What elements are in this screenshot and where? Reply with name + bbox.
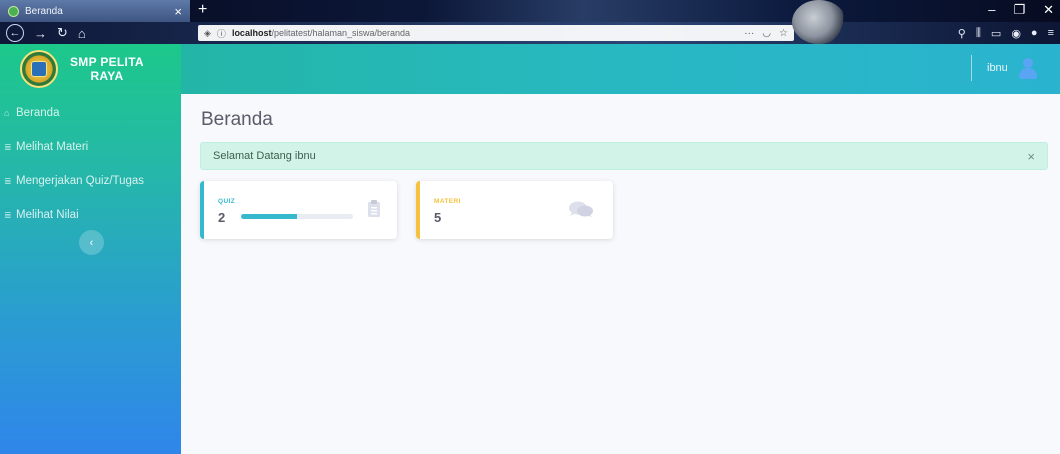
school-logo <box>20 50 58 88</box>
account-icon[interactable]: ◉ <box>1011 27 1021 40</box>
avatar-body <box>1019 68 1037 79</box>
forward-arrow-icon[interactable]: → <box>34 26 47 41</box>
sidebar-brand[interactable]: SMP PELITA RAYA <box>0 44 181 94</box>
tab-close-icon[interactable]: × <box>174 5 182 18</box>
card-label: MATERI <box>434 198 461 205</box>
sidebar-item-label: Melihat Materi <box>16 141 89 153</box>
chevron-left-icon: ‹ <box>89 236 94 249</box>
bookmark-star-icon[interactable]: ☆ <box>779 28 788 39</box>
extension-icon[interactable]: ● <box>1031 27 1038 40</box>
info-icon[interactable]: ⓘ <box>217 27 226 40</box>
alert-text: Selamat Datang ibnu <box>213 150 316 162</box>
reload-icon[interactable]: ↻ <box>57 25 68 41</box>
close-window-button[interactable]: ✕ <box>1043 1 1054 19</box>
sidebar: SMP PELITA RAYA ⌂ Beranda ≣ Melihat Mate… <box>0 44 181 454</box>
main-content: Beranda Selamat Datang ibnu × QUIZ 2 MAT… <box>181 94 1060 454</box>
comments-icon <box>569 201 593 217</box>
card-label: QUIZ <box>218 198 236 205</box>
window-controls: – ❐ ✕ <box>988 1 1054 19</box>
progress-fill <box>241 214 297 219</box>
list-icon: ≣ <box>4 209 12 220</box>
list-icon: ≣ <box>4 175 12 186</box>
topbar: ibnu <box>181 44 1060 94</box>
user-avatar-icon[interactable] <box>1017 57 1039 79</box>
maximize-button[interactable]: ❐ <box>1013 1 1025 19</box>
address-bar[interactable]: ◈ ⓘ localhost/pelitatest/halaman_siswa/b… <box>198 25 794 41</box>
sidebar-item-label: Mengerjakan Quiz/Tugas <box>16 175 145 187</box>
sidebar-icon[interactable]: ▭ <box>991 27 1001 40</box>
page-title: Beranda <box>201 109 273 130</box>
topbar-divider <box>971 55 972 81</box>
pocket-icon[interactable]: ◡ <box>762 28 771 39</box>
sidebar-item-melihat-materi[interactable]: ≣ Melihat Materi <box>0 130 181 164</box>
url-host: localhost <box>231 28 272 38</box>
card-value: 2 <box>218 210 226 225</box>
tools-icon[interactable]: ⚲ <box>958 27 966 40</box>
list-icon: ≣ <box>4 141 12 152</box>
sidebar-item-melihat-nilai[interactable]: ≣ Melihat Nilai <box>0 198 181 232</box>
tab-title: Beranda <box>25 5 63 17</box>
quiz-card[interactable]: QUIZ 2 <box>200 181 397 239</box>
quiz-progress-bar <box>241 214 353 219</box>
user-name[interactable]: ibnu <box>987 62 1008 74</box>
favicon-icon <box>8 5 19 17</box>
extension-icons: ⚲ ⫼ ▭ ◉ ● ≡ <box>958 27 1054 40</box>
card-value: 5 <box>434 210 442 225</box>
theme-moon-image <box>792 0 846 44</box>
brand-line-2: RAYA <box>90 69 124 83</box>
minimize-button[interactable]: – <box>988 1 995 19</box>
brand-name: SMP PELITA RAYA <box>70 55 144 83</box>
menu-icon[interactable]: ≡ <box>1048 27 1054 40</box>
sidebar-nav: ⌂ Beranda ≣ Melihat Materi ≣ Mengerjakan… <box>0 94 181 232</box>
logo-emblem <box>31 61 47 77</box>
sidebar-item-mengerjakan-quiz[interactable]: ≣ Mengerjakan Quiz/Tugas <box>0 164 181 198</box>
clipboard-icon <box>368 200 380 217</box>
shield-icon: ◈ <box>204 27 211 38</box>
alert-close-icon[interactable]: × <box>1027 149 1035 164</box>
library-icon[interactable]: ⫼ <box>976 27 981 40</box>
url-actions: ··· ◡ ☆ <box>744 28 788 39</box>
materi-card[interactable]: MATERI 5 <box>416 181 613 239</box>
home-icon: ⌂ <box>4 108 10 118</box>
more-icon[interactable]: ··· <box>744 28 754 39</box>
sidebar-toggle-button[interactable]: ‹ <box>79 230 104 255</box>
avatar-head <box>1023 58 1033 68</box>
new-tab-button[interactable]: + <box>198 1 207 19</box>
sidebar-item-beranda[interactable]: ⌂ Beranda <box>0 96 181 130</box>
nav-buttons: ← → ↻ ⌂ <box>0 24 195 42</box>
browser-tab-bar: Beranda × + – ❐ ✕ <box>0 0 1060 22</box>
browser-toolbar: ← → ↻ ⌂ ◈ ⓘ localhost/pelitatest/halaman… <box>0 22 1060 44</box>
url-path: /pelitatest/halaman_siswa/beranda <box>271 28 411 38</box>
brand-line-1: SMP PELITA <box>70 55 144 69</box>
sidebar-item-label: Beranda <box>16 107 60 119</box>
welcome-alert: Selamat Datang ibnu × <box>200 142 1048 170</box>
back-arrow-icon[interactable]: ← <box>6 24 24 42</box>
sidebar-item-label: Melihat Nilai <box>16 209 79 221</box>
home-icon[interactable]: ⌂ <box>78 26 86 41</box>
browser-tab[interactable]: Beranda × <box>0 0 190 22</box>
